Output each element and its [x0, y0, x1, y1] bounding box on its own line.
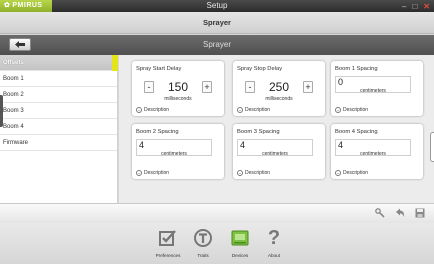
description-toggle[interactable]: ⌄ Description — [136, 107, 169, 113]
question-icon: ? — [267, 227, 281, 249]
chevron-down-icon: ⌄ — [335, 170, 341, 176]
unit-label: centimeters — [360, 151, 386, 157]
nav-label: About — [267, 253, 280, 258]
save-icon[interactable] — [414, 207, 426, 219]
nav-item-preferences[interactable]: Preferences — [148, 226, 188, 262]
description-toggle[interactable]: ⌄ Description — [335, 170, 368, 176]
window-controls: – □ ✕ — [402, 0, 430, 12]
wrench-icon[interactable] — [374, 207, 386, 219]
decrement-button[interactable]: - — [245, 81, 255, 93]
description-toggle[interactable]: ⌄ Description — [237, 107, 270, 113]
card-title: Boom 3 Spacing — [237, 129, 280, 135]
nav-label: Preferences — [155, 253, 181, 258]
spray-start-delay-stepper: - 150 + — [144, 77, 212, 97]
sidebar-item-boom-2[interactable]: Boom 2 — [0, 87, 117, 103]
panel-drag-handle[interactable] — [430, 132, 434, 162]
status-icons — [374, 207, 426, 219]
stepper-value[interactable]: 150 — [168, 80, 188, 94]
sidebar-drag-handle[interactable] — [0, 95, 3, 127]
minimize-icon[interactable]: – — [402, 2, 406, 11]
sidebar-item-offsets[interactable]: Offsets — [0, 55, 118, 71]
section-titlebar: Sprayer — [0, 12, 434, 34]
unit-label: centimeters — [161, 151, 187, 157]
unit-label: centimeters — [360, 88, 386, 94]
nav-item-about[interactable]: ? About — [254, 226, 294, 262]
description-toggle[interactable]: ⌄ Description — [237, 170, 270, 176]
sidebar-item-boom-4[interactable]: Boom 4 — [0, 119, 117, 135]
increment-button[interactable]: + — [202, 81, 212, 93]
description-label: Description — [144, 107, 170, 113]
decrement-button[interactable]: - — [144, 81, 154, 93]
description-label: Description — [144, 170, 170, 176]
window-titlebar: ✿ PMIRUS Setup – □ ✕ — [0, 0, 434, 12]
sidebar-item-firmware[interactable]: Firmware — [0, 135, 117, 151]
chevron-down-icon: ⌄ — [335, 107, 341, 113]
stepper-value[interactable]: 250 — [269, 80, 289, 94]
bottom-navigation: Preferences Traits Devices ? About — [0, 223, 434, 264]
card-title: Boom 4 Spacing — [335, 129, 378, 135]
settings-panel: Spray Start Delay - 150 + milliseconds ⌄… — [119, 55, 434, 203]
checkbox-edit-icon — [148, 226, 188, 250]
description-toggle[interactable]: ⌄ Description — [136, 170, 169, 176]
card-title: Boom 2 Spacing — [136, 129, 179, 135]
description-label: Description — [343, 170, 369, 176]
card-title: Boom 1 Spacing — [335, 66, 378, 72]
description-toggle[interactable]: ⌄ Description — [335, 107, 368, 113]
spray-stop-delay-card: Spray Stop Delay - 250 + milliseconds ⌄ … — [233, 61, 325, 116]
boom-4-spacing-card: Boom 4 Spacing 4 centimeters ⌄ Descripti… — [331, 124, 423, 179]
spray-start-delay-card: Spray Start Delay - 150 + milliseconds ⌄… — [132, 61, 224, 116]
section-title: Sprayer — [203, 18, 231, 27]
chevron-down-icon: ⌄ — [136, 107, 142, 113]
sidebar-item-boom-1[interactable]: Boom 1 — [0, 71, 117, 87]
maximize-icon[interactable]: □ — [412, 2, 417, 11]
card-title: Spray Stop Delay — [237, 66, 283, 72]
boom-3-spacing-card: Boom 3 Spacing 4 centimeters ⌄ Descripti… — [233, 124, 325, 179]
chevron-down-icon: ⌄ — [237, 107, 243, 113]
page-title: Sprayer — [202, 40, 231, 49]
nav-label: Traits — [197, 253, 209, 258]
status-bar — [0, 203, 434, 223]
trait-t-icon — [183, 226, 223, 250]
unit-label: milliseconds — [265, 96, 293, 102]
unit-label: centimeters — [262, 151, 288, 157]
sidebar: Offsets Boom 1 Boom 2 Boom 3 Boom 4 Firm… — [0, 55, 118, 203]
sidebar-item-boom-3[interactable]: Boom 3 — [0, 103, 117, 119]
page-header: Sprayer — [0, 35, 434, 55]
close-icon[interactable]: ✕ — [423, 2, 430, 11]
description-label: Description — [343, 107, 369, 113]
description-label: Description — [245, 170, 271, 176]
unit-label: milliseconds — [164, 96, 192, 102]
description-label: Description — [245, 107, 271, 113]
chevron-down-icon: ⌄ — [136, 170, 142, 176]
boom-2-spacing-card: Boom 2 Spacing 4 centimeters ⌄ Descripti… — [132, 124, 224, 179]
card-title: Spray Start Delay — [136, 66, 182, 72]
spray-stop-delay-stepper: - 250 + — [245, 77, 313, 97]
nav-item-traits[interactable]: Traits — [183, 226, 223, 262]
chevron-down-icon: ⌄ — [237, 170, 243, 176]
window-title: Setup — [206, 1, 228, 10]
boom-1-spacing-card: Boom 1 Spacing 0 centimeters ⌄ Descripti… — [331, 61, 423, 116]
undo-icon[interactable] — [394, 207, 406, 219]
increment-button[interactable]: + — [303, 81, 313, 93]
